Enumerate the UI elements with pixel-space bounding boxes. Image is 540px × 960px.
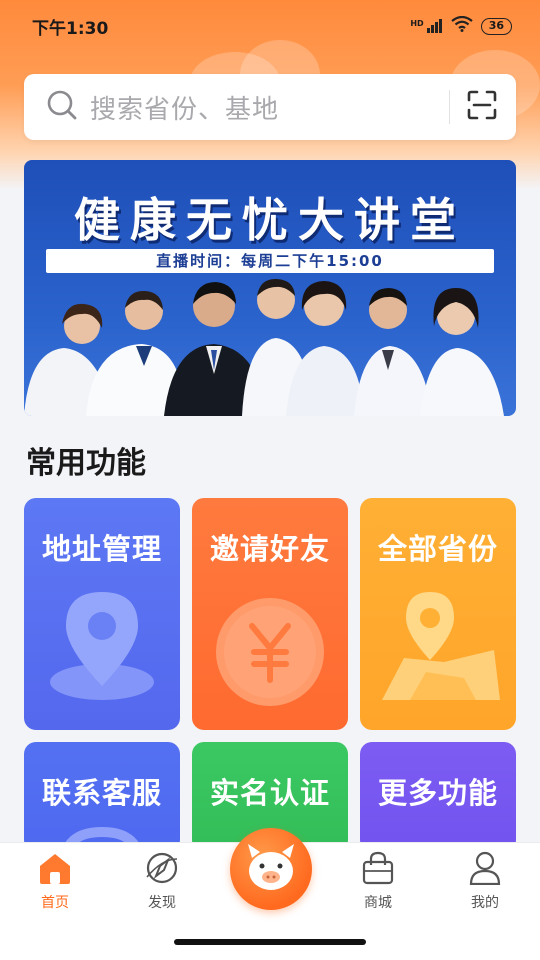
- home-icon: [36, 854, 74, 889]
- tab-home[interactable]: 首页: [15, 851, 95, 912]
- tile-invite-friends[interactable]: 邀请好友: [192, 498, 348, 730]
- tile-address-management[interactable]: 地址管理: [24, 498, 180, 730]
- search-input[interactable]: 搜索省份、基地: [90, 89, 449, 126]
- section-title: 常用功能: [26, 446, 146, 481]
- tile-label: 地址管理: [41, 532, 162, 566]
- map-pin-icon: [382, 592, 500, 700]
- search-icon: [46, 89, 78, 125]
- center-mascot-button[interactable]: [230, 828, 312, 910]
- compass-icon: [143, 852, 181, 889]
- shopping-bag-icon: [359, 851, 397, 889]
- tab-label: 首页: [41, 895, 69, 911]
- tab-discover[interactable]: 发现: [122, 851, 202, 912]
- pig-mascot-icon: [248, 844, 294, 890]
- tab-label: 商城: [364, 895, 392, 911]
- user-icon: [466, 851, 504, 889]
- tab-label: 我的: [471, 895, 499, 911]
- home-indicator: [174, 939, 366, 945]
- tile-label: 邀请好友: [209, 532, 330, 566]
- tab-label: 发现: [148, 895, 176, 911]
- tile-label: 全部省份: [377, 532, 498, 566]
- status-icons: HD 36: [410, 15, 512, 36]
- scan-icon[interactable]: [466, 89, 498, 125]
- doctors-illustration: [24, 278, 504, 416]
- promo-banner[interactable]: 健康无忧大讲堂 直播时间：每周二下午15:00: [24, 160, 516, 416]
- tile-label: 更多功能: [377, 776, 498, 810]
- tile-all-provinces[interactable]: 全部省份: [360, 498, 516, 730]
- status-time: 下午1:30: [32, 18, 109, 39]
- tile-label: 联系客服: [41, 776, 162, 810]
- tab-mine[interactable]: 我的: [445, 851, 525, 912]
- status-bar: 下午1:30 HD 36: [0, 0, 540, 52]
- signal-icon: HD: [410, 19, 442, 33]
- tile-more-features[interactable]: 更多功能: [360, 742, 516, 852]
- tile-contact-service[interactable]: 联系客服: [24, 742, 180, 852]
- battery-icon: 36: [480, 17, 512, 35]
- yen-coin-icon: [216, 598, 324, 706]
- wifi-icon: [451, 15, 473, 36]
- location-pin-icon: [50, 592, 154, 700]
- tab-shop[interactable]: 商城: [338, 851, 418, 912]
- banner-title: 健康无忧大讲堂: [74, 193, 466, 247]
- divider: [448, 90, 450, 124]
- search-bar[interactable]: 搜索省份、基地: [24, 74, 516, 140]
- tile-label: 实名认证: [209, 776, 330, 810]
- signal-hd-label: HD: [410, 19, 424, 28]
